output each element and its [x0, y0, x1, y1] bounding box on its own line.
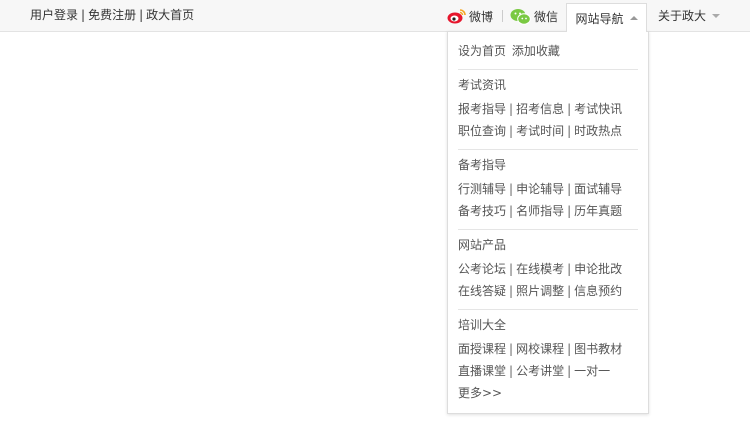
link-separator: |: [509, 364, 514, 378]
section-divider: [458, 229, 638, 230]
link-row: 行测辅导 | 申论辅导 | 面试辅导: [458, 180, 622, 198]
add-favorite-link[interactable]: 添加收藏: [512, 44, 560, 58]
section-title: 备考指导: [458, 158, 507, 172]
nav-link[interactable]: 在线答疑: [458, 284, 506, 298]
link-separator: |: [509, 204, 514, 218]
chevron-up-icon: [629, 16, 638, 20]
nav-link[interactable]: 公考讲堂: [516, 364, 564, 378]
link-row: 公考论坛 | 在线模考 | 申论批改: [458, 260, 622, 278]
wechat-icon: [510, 8, 531, 25]
link-row: 面授课程 | 网校课程 | 图书教材: [458, 340, 622, 358]
weibo-link[interactable]: 微博: [447, 7, 493, 25]
link-separator: |: [567, 342, 572, 356]
link-row: 报考指导 | 招考信息 | 考试快讯: [458, 100, 622, 118]
section-title: 培训大全: [458, 318, 507, 332]
link-separator: |: [567, 124, 572, 138]
nav-link[interactable]: 行测辅导: [458, 182, 506, 196]
nav-link[interactable]: 网校课程: [516, 342, 564, 356]
nav-link[interactable]: 职位查询: [458, 124, 506, 138]
link-separator: |: [567, 102, 572, 116]
nav-link[interactable]: 面试辅导: [574, 182, 622, 196]
nav-link[interactable]: 一对一: [574, 364, 610, 378]
link-separator: |: [567, 284, 572, 298]
link-row: 备考技巧 | 名师指导 | 历年真题: [458, 202, 622, 220]
nav-link[interactable]: 备考技巧: [458, 204, 506, 218]
section-divider: [458, 309, 638, 310]
weibo-label: 微博: [469, 9, 494, 24]
site-nav-tab[interactable]: 网站导航: [566, 3, 647, 32]
nav-link[interactable]: 图书教材: [574, 342, 622, 356]
more-row: 更多>>: [458, 384, 502, 402]
home-actions: 设为首页 添加收藏: [458, 42, 560, 60]
nav-link[interactable]: 申论辅导: [516, 182, 564, 196]
nav-link[interactable]: 招考信息: [516, 102, 564, 116]
nav-link[interactable]: 申论批改: [574, 262, 622, 276]
social-divider: [502, 10, 503, 22]
link-row: 直播课堂 | 公考讲堂 | 一对一: [458, 362, 610, 380]
nav-link[interactable]: 时政热点: [574, 124, 622, 138]
nav-link[interactable]: 在线模考: [516, 262, 564, 276]
nav-link[interactable]: 公考论坛: [458, 262, 506, 276]
weixin-label: 微信: [534, 9, 559, 24]
link-separator: |: [509, 342, 514, 356]
chevron-down-icon: [712, 13, 721, 18]
login-link[interactable]: 用户登录: [30, 8, 78, 22]
register-link[interactable]: 免费注册: [88, 8, 136, 22]
link-separator: |: [139, 8, 144, 22]
site-nav-dropdown: 设为首页 添加收藏 考试资讯 报考指导 | 招考信息 | 考试快讯 职位查询 | 考试时间 |…: [447, 31, 649, 414]
nav-link[interactable]: 信息预约: [574, 284, 622, 298]
section-divider: [458, 149, 638, 150]
section-title: 网站产品: [458, 238, 507, 252]
nav-link[interactable]: 历年真题: [574, 204, 622, 218]
link-separator: |: [509, 182, 514, 196]
link-separator: |: [509, 124, 514, 138]
nav-link[interactable]: 考试快讯: [574, 102, 622, 116]
link-separator: |: [509, 284, 514, 298]
nav-link[interactable]: 面授课程: [458, 342, 506, 356]
link-separator: |: [567, 262, 572, 276]
about-label: 关于政大: [658, 9, 707, 23]
link-row: 在线答疑 | 照片调整 | 信息预约: [458, 282, 622, 300]
set-homepage-link[interactable]: 设为首页: [458, 44, 506, 58]
nav-link[interactable]: 照片调整: [516, 284, 564, 298]
link-separator: |: [509, 262, 514, 276]
link-separator: |: [567, 182, 572, 196]
weibo-icon: [447, 9, 466, 24]
weixin-link[interactable]: 微信: [510, 7, 558, 25]
section-divider: [458, 69, 638, 70]
site-nav-label: 网站导航: [575, 11, 624, 26]
nav-link[interactable]: 直播课堂: [458, 364, 506, 378]
account-links: 用户登录 | 免费注册 | 政大首页: [30, 0, 194, 31]
nav-link[interactable]: 名师指导: [516, 204, 564, 218]
link-separator: |: [567, 204, 572, 218]
about-menu[interactable]: 关于政大: [658, 0, 721, 31]
section-title: 考试资讯: [458, 78, 507, 92]
link-separator: |: [509, 102, 514, 116]
nav-link[interactable]: 考试时间: [516, 124, 564, 138]
more-link[interactable]: 更多>>: [458, 386, 502, 400]
link-row: 职位查询 | 考试时间 | 时政热点: [458, 122, 622, 140]
nav-link[interactable]: 报考指导: [458, 102, 506, 116]
link-separator: |: [81, 8, 86, 22]
link-separator: |: [567, 364, 572, 378]
home-link[interactable]: 政大首页: [146, 8, 194, 22]
